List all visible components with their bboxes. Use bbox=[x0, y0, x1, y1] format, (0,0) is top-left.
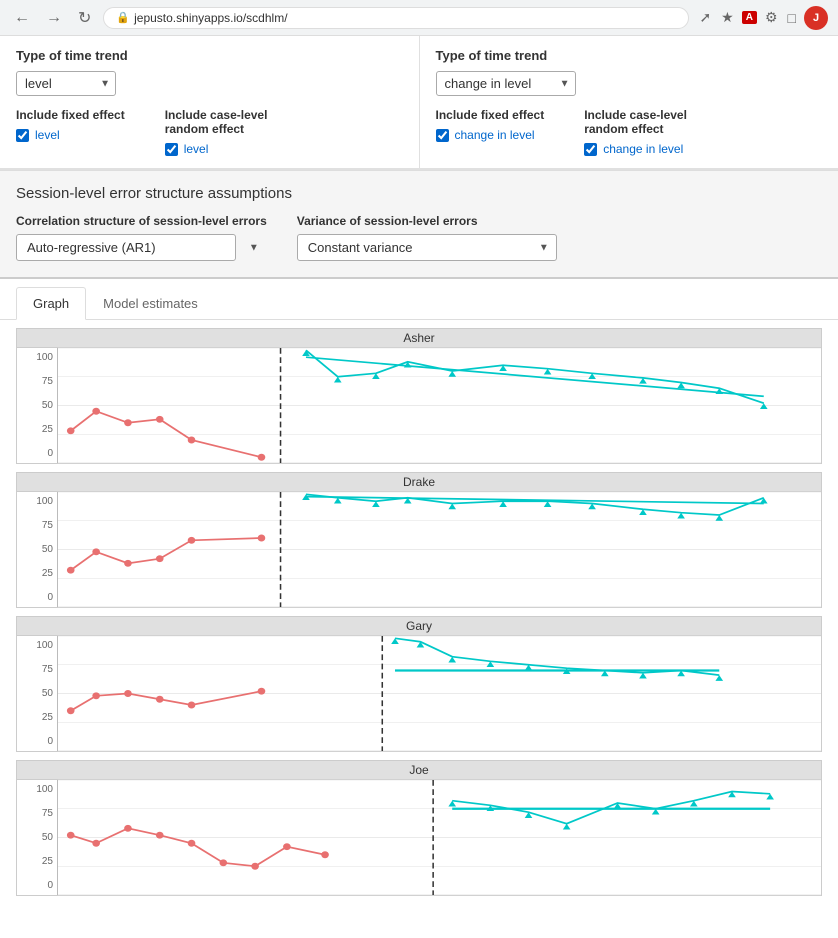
chart-drake: Drake 100 75 50 25 0 bbox=[16, 472, 822, 608]
left-fixed-value: level bbox=[35, 128, 60, 142]
left-trend-title: Type of time trend bbox=[16, 48, 403, 63]
left-random-checkbox[interactable] bbox=[165, 143, 178, 156]
var-control-group: Variance of session-level errors Constan… bbox=[297, 214, 557, 261]
browser-chrome: ← → ↻ 🔒 jepusto.shinyapps.io/scdhlm/ ➚ ★… bbox=[0, 0, 838, 36]
chart-asher-body: 100 75 50 25 0 bbox=[17, 348, 821, 463]
right-random-col: Include case-levelrandom effect change i… bbox=[584, 108, 687, 156]
var-label: Variance of session-level errors bbox=[297, 214, 557, 228]
extensions-icon[interactable]: ⚙ bbox=[763, 7, 780, 28]
chart-drake-title: Drake bbox=[17, 473, 821, 492]
left-fixed-col: Include fixed effect level bbox=[16, 108, 125, 156]
tab-model-estimates[interactable]: Model estimates bbox=[86, 287, 215, 320]
right-trend-title: Type of time trend bbox=[436, 48, 823, 63]
left-fixed-checkbox[interactable] bbox=[16, 129, 29, 142]
lock-icon: 🔒 bbox=[116, 11, 130, 24]
chart-asher-svg bbox=[58, 348, 821, 463]
chart-joe-svg bbox=[58, 780, 821, 895]
main-content: Type of time trend level trend quadratic… bbox=[0, 36, 838, 904]
corr-select[interactable]: Auto-regressive (AR1) Independent Compou… bbox=[16, 234, 236, 261]
chart-asher-yaxis: 100 75 50 25 0 bbox=[17, 348, 57, 463]
address-bar[interactable]: 🔒 jepusto.shinyapps.io/scdhlm/ bbox=[103, 7, 689, 29]
corr-select-wrap: Auto-regressive (AR1) Independent Compou… bbox=[16, 234, 267, 261]
left-random-value: level bbox=[184, 142, 209, 156]
left-trend-panel: Type of time trend level trend quadratic… bbox=[0, 36, 420, 168]
user-avatar[interactable]: J bbox=[804, 6, 828, 30]
var-select[interactable]: Constant variance Log-linear bbox=[297, 234, 557, 261]
tab-list: Graph Model estimates bbox=[16, 287, 822, 319]
right-trend-select-wrap: level change in level trend ▼ bbox=[436, 71, 576, 96]
left-trend-select-wrap: level trend quadratic ▼ bbox=[16, 71, 116, 96]
left-fixed-checkbox-row[interactable]: level bbox=[16, 128, 125, 142]
chart-gary-title: Gary bbox=[17, 617, 821, 636]
chart-gary: Gary 100 75 50 25 0 bbox=[16, 616, 822, 752]
right-random-checkbox[interactable] bbox=[584, 143, 597, 156]
right-fixed-col: Include fixed effect change in level bbox=[436, 108, 545, 156]
right-random-label: Include case-levelrandom effect bbox=[584, 108, 687, 136]
tabs-section: Graph Model estimates bbox=[0, 279, 838, 320]
share-icon[interactable]: ➚ bbox=[697, 7, 713, 28]
chart-drake-yaxis: 100 75 50 25 0 bbox=[17, 492, 57, 607]
chart-asher-title: Asher bbox=[17, 329, 821, 348]
corr-select-arrow: ▼ bbox=[249, 242, 259, 253]
right-fixed-label: Include fixed effect bbox=[436, 108, 545, 122]
right-trend-select[interactable]: level change in level trend bbox=[436, 71, 576, 96]
pdf-icon[interactable]: A bbox=[742, 11, 757, 24]
chart-joe: Joe 100 75 50 25 0 bbox=[16, 760, 822, 896]
chart-gary-plot bbox=[57, 636, 821, 751]
left-trend-select[interactable]: level trend quadratic bbox=[16, 71, 116, 96]
url-text: jepusto.shinyapps.io/scdhlm/ bbox=[134, 11, 287, 25]
chart-gary-body: 100 75 50 25 0 bbox=[17, 636, 821, 751]
time-trend-section: Type of time trend level trend quadratic… bbox=[0, 36, 838, 170]
chart-gary-svg bbox=[58, 636, 821, 751]
right-random-value: change in level bbox=[603, 142, 683, 156]
right-random-checkbox-row[interactable]: change in level bbox=[584, 142, 687, 156]
window-icon[interactable]: □ bbox=[786, 8, 798, 28]
back-button[interactable]: ← bbox=[10, 7, 34, 29]
chart-joe-plot bbox=[57, 780, 821, 895]
session-title: Session-level error structure assumption… bbox=[16, 185, 822, 202]
browser-toolbar: ➚ ★ A ⚙ □ J bbox=[697, 6, 828, 30]
session-controls: Correlation structure of session-level e… bbox=[16, 214, 822, 261]
forward-button[interactable]: → bbox=[42, 7, 66, 29]
chart-asher: Asher 100 75 50 25 0 bbox=[16, 328, 822, 464]
chart-drake-svg bbox=[58, 492, 821, 607]
left-effects-row: Include fixed effect level Include case-… bbox=[16, 108, 403, 156]
chart-gary-yaxis: 100 75 50 25 0 bbox=[17, 636, 57, 751]
chart-drake-body: 100 75 50 25 0 bbox=[17, 492, 821, 607]
left-random-label: Include case-levelrandom effect bbox=[165, 108, 268, 136]
var-select-wrap: Constant variance Log-linear ▼ bbox=[297, 234, 557, 261]
right-fixed-value: change in level bbox=[455, 128, 535, 142]
session-section: Session-level error structure assumption… bbox=[0, 170, 838, 279]
chart-joe-body: 100 75 50 25 0 bbox=[17, 780, 821, 895]
corr-label: Correlation structure of session-level e… bbox=[16, 214, 267, 228]
right-trend-panel: Type of time trend level change in level… bbox=[420, 36, 838, 168]
corr-control-group: Correlation structure of session-level e… bbox=[16, 214, 267, 261]
reload-button[interactable]: ↻ bbox=[74, 6, 95, 30]
left-trend-dropdown-wrap: level trend quadratic ▼ bbox=[16, 71, 403, 96]
tab-graph[interactable]: Graph bbox=[16, 287, 86, 320]
right-effects-row: Include fixed effect change in level Inc… bbox=[436, 108, 823, 156]
left-random-col: Include case-levelrandom effect level bbox=[165, 108, 268, 156]
right-fixed-checkbox[interactable] bbox=[436, 129, 449, 142]
left-fixed-label: Include fixed effect bbox=[16, 108, 125, 122]
chart-drake-plot bbox=[57, 492, 821, 607]
right-fixed-checkbox-row[interactable]: change in level bbox=[436, 128, 545, 142]
chart-joe-title: Joe bbox=[17, 761, 821, 780]
chart-joe-yaxis: 100 75 50 25 0 bbox=[17, 780, 57, 895]
star-icon[interactable]: ★ bbox=[719, 7, 736, 28]
charts-area: Asher 100 75 50 25 0 bbox=[0, 320, 838, 904]
chart-asher-plot bbox=[57, 348, 821, 463]
right-trend-dropdown-wrap: level change in level trend ▼ bbox=[436, 71, 823, 96]
left-random-checkbox-row[interactable]: level bbox=[165, 142, 268, 156]
